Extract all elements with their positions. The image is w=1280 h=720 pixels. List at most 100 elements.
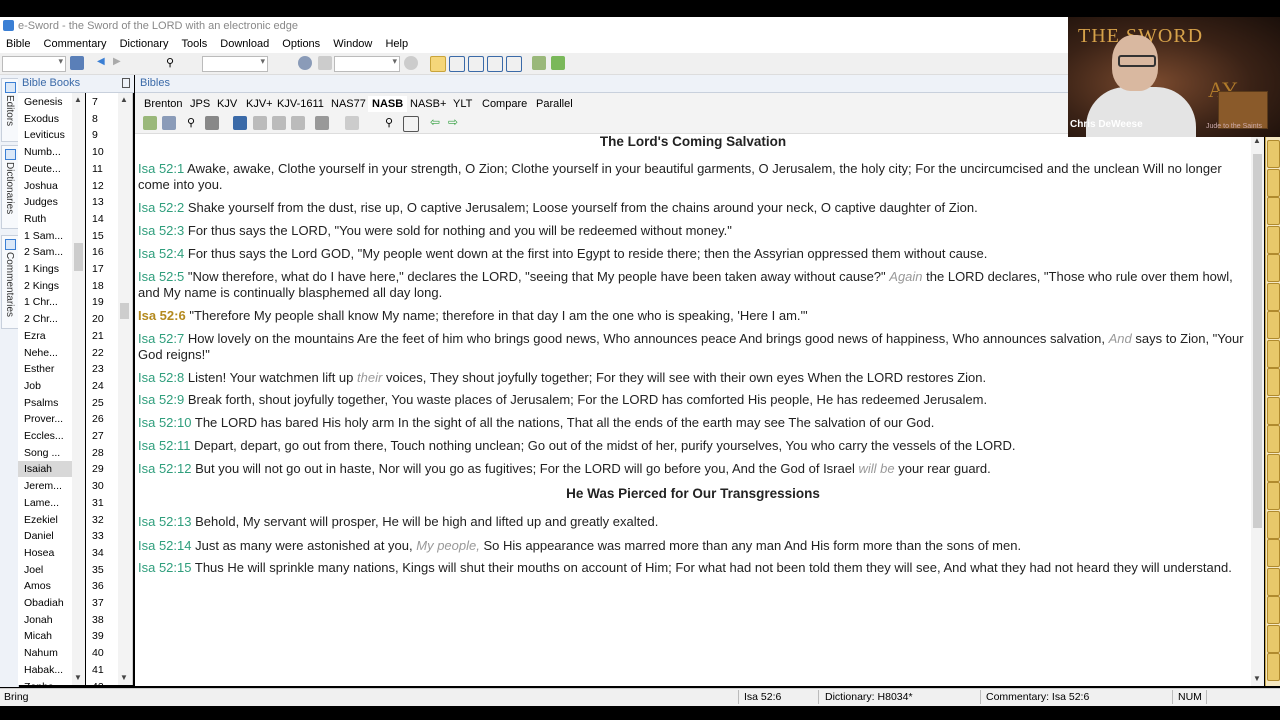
tab-compare[interactable]: Compare [478,96,531,112]
chapter-item[interactable]: 38 [92,612,118,628]
verse-reference[interactable]: Isa 52:3 [138,223,184,238]
book-item[interactable]: Habak... [18,662,76,678]
layout-4-icon[interactable] [487,56,503,72]
search-binoculars-icon[interactable]: ⚲ [166,56,180,70]
book-item[interactable]: Ezra [18,328,76,344]
scroll-up-icon[interactable]: ▲ [120,95,128,104]
chapter-item[interactable]: 19 [92,294,118,310]
verse-reference[interactable]: Isa 52:9 [138,392,184,407]
edit-icon[interactable] [315,116,329,130]
book-item[interactable]: Daniel [18,528,76,544]
menu-download[interactable]: Download [215,35,274,53]
bookmark-tab[interactable] [1267,425,1280,453]
chapter-item[interactable]: 40 [92,645,118,661]
back-arrow-icon[interactable]: ◀ [97,56,111,70]
book-item[interactable]: Joel [18,562,76,578]
tab-dictionaries[interactable]: Dictionaries [1,145,19,229]
go-icon[interactable] [404,56,418,70]
verse-reference[interactable]: Isa 52:7 [138,331,184,346]
bookmark-tab[interactable] [1267,482,1280,510]
book-item[interactable]: Amos [18,578,76,594]
layout-1-icon[interactable] [430,56,446,72]
book-list-scrollbar[interactable]: ▲ ▼ [72,93,85,685]
tab-nasb-[interactable]: NASB+ [406,96,450,112]
bookmark-tab[interactable] [1267,225,1280,254]
layout-3-icon[interactable] [468,56,484,72]
bookmark-tab[interactable] [1267,510,1280,539]
book-item[interactable]: 1 Chr... [18,294,76,310]
strikethrough-icon[interactable] [345,116,359,130]
verse-reference[interactable]: Isa 52:5 [138,269,184,284]
bookmark-tab[interactable] [1267,282,1280,311]
chapter-item[interactable]: 25 [92,395,118,411]
book-item[interactable]: Psalms [18,395,76,411]
layout-2-icon[interactable] [449,56,465,72]
menu-help[interactable]: Help [380,35,413,53]
chapter-item[interactable]: 37 [92,595,118,611]
note-icon[interactable] [233,116,247,130]
book-item[interactable]: Song ... [18,445,76,461]
chapter-item[interactable]: 11 [92,161,118,177]
menu-bible[interactable]: Bible [0,35,35,53]
chapter-item[interactable]: 41 [92,662,118,678]
book-item[interactable]: Leviticus [18,127,76,143]
chapter-item[interactable]: 13 [92,194,118,210]
options-icon[interactable] [205,116,219,130]
book-item[interactable]: Ezekiel [18,512,76,528]
lookup-combo[interactable] [334,56,400,72]
tab-editors[interactable]: Editors [1,78,19,142]
tab-brenton[interactable]: Brenton [140,96,187,112]
chapter-item[interactable]: 24 [92,378,118,394]
sync-icon[interactable] [298,56,312,70]
book-item[interactable]: Deute... [18,161,76,177]
next-chapter-icon[interactable]: ⇨ [448,115,462,129]
book-item[interactable]: Jerem... [18,478,76,494]
verse-reference[interactable]: Isa 52:2 [138,200,184,215]
scroll-down-icon[interactable]: ▼ [120,673,128,682]
scroll-down-icon[interactable]: ▼ [74,673,82,682]
tab-parallel[interactable]: Parallel [532,96,577,112]
chapter-item[interactable]: 9 [92,127,118,143]
verse[interactable]: Isa 52:11 Depart, depart, go out from th… [138,438,1248,454]
bookmark-tab[interactable] [1267,168,1280,197]
chapter-item[interactable]: 14 [92,211,118,227]
book-item[interactable]: Obadiah [18,595,76,611]
chapter-item[interactable]: 8 [92,111,118,127]
bookmark-tab[interactable] [1267,254,1280,282]
forward-arrow-icon[interactable]: ▶ [113,56,127,70]
bookmark-tab[interactable] [1267,311,1280,339]
book-item[interactable]: 2 Sam... [18,244,76,260]
layout-icon[interactable] [403,116,419,132]
book-item[interactable]: Joshua [18,178,76,194]
tab-jps[interactable]: JPS [186,96,214,112]
verse-reference[interactable]: Isa 52:14 [138,538,192,553]
chapter-item[interactable]: 12 [92,178,118,194]
chapter-item[interactable]: 23 [92,361,118,377]
bookmark-tab[interactable] [1267,140,1280,168]
book-item[interactable]: Nehe... [18,345,76,361]
bookmark-tab[interactable] [1267,596,1280,624]
chapter-item[interactable]: 33 [92,528,118,544]
chapter-item[interactable]: 32 [92,512,118,528]
chapter-item[interactable]: 39 [92,628,118,644]
bookmark-tab[interactable] [1267,653,1280,681]
book-item[interactable]: Zepha... [18,679,76,686]
verse-combo[interactable] [2,56,66,72]
scroll-thumb[interactable] [120,303,129,319]
book-item[interactable]: Ruth [18,211,76,227]
verse-reference[interactable]: Isa 52:10 [138,415,192,430]
chapter-item[interactable]: 22 [92,345,118,361]
scroll-thumb[interactable] [74,243,83,271]
verse[interactable]: Isa 52:10 The LORD has bared His holy ar… [138,415,1248,431]
scroll-up-icon[interactable]: ▲ [1253,136,1261,145]
bookmark-tab[interactable] [1267,624,1280,653]
tab-commentaries[interactable]: Commentaries [1,235,19,329]
bookmark-tab[interactable] [1267,539,1280,567]
menu-window[interactable]: Window [328,35,377,53]
verse[interactable]: Isa 52:6 "Therefore My people shall know… [138,308,1248,324]
book-item[interactable]: Prover... [18,411,76,427]
book-item[interactable]: Micah [18,628,76,644]
bookmark-tab[interactable] [1267,567,1280,596]
verse[interactable]: Isa 52:8 Listen! Your watchmen lift up t… [138,370,1248,386]
verse[interactable]: Isa 52:1 Awake, awake, Clothe yourself i… [138,161,1248,193]
